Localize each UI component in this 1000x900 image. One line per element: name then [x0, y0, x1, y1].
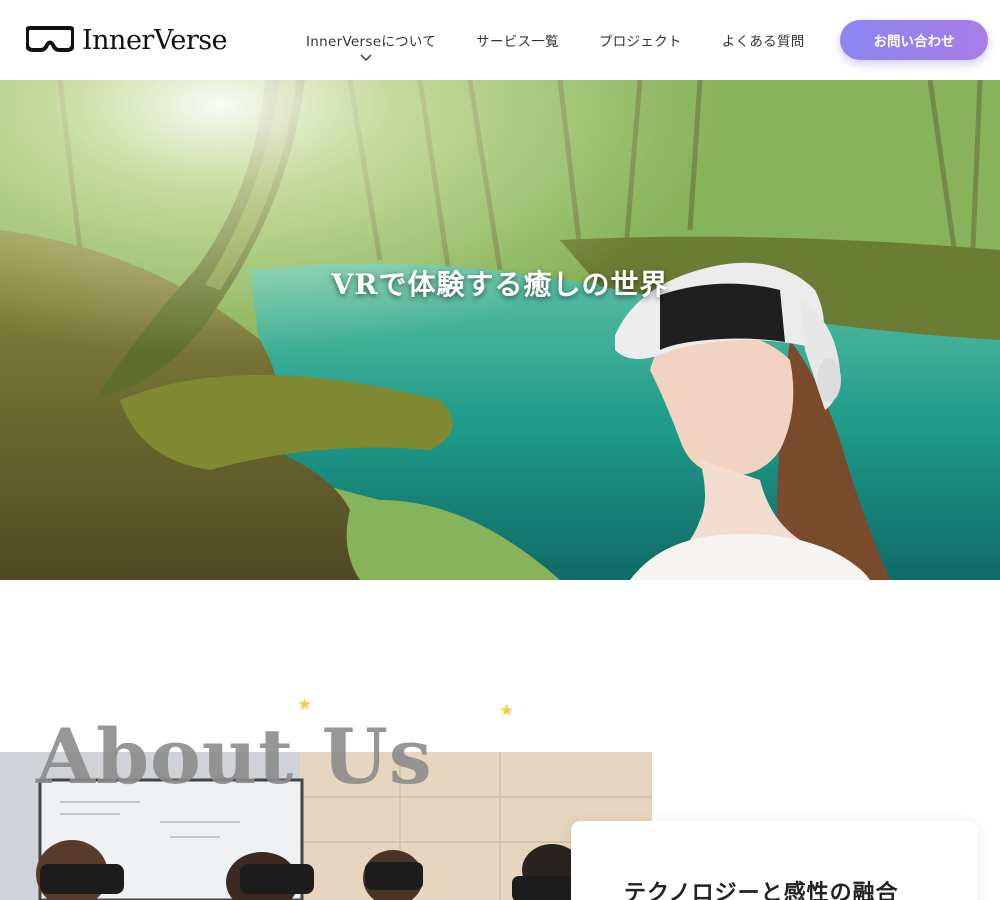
vr-goggles-icon	[25, 24, 75, 56]
nav-label: InnerVerseについて	[306, 34, 437, 50]
about-heading: About Us	[36, 712, 433, 801]
main-nav: InnerVerseについて サービス一覧 プロジェクト よくある質問	[306, 30, 845, 61]
hero-title: VRで体験する癒しの世界	[331, 268, 669, 301]
site-header: InnerVerse InnerVerseについて サービス一覧 プロジェクト …	[0, 0, 1000, 80]
hero-section: VRで体験する癒しの世界	[0, 80, 1000, 580]
star-icon: ★	[499, 701, 515, 721]
star-icon: ★	[297, 695, 313, 715]
nav-item-services[interactable]: サービス一覧	[476, 30, 559, 50]
logo-text: InnerVerse	[82, 24, 228, 56]
about-card: テクノロジーと感性の融合	[571, 821, 978, 900]
logo-link[interactable]: InnerVerse	[25, 24, 228, 56]
hero-image	[0, 80, 1000, 580]
nav-label: よくある質問	[721, 34, 805, 50]
nav-label: サービス一覧	[476, 34, 559, 50]
nav-label: プロジェクト	[598, 34, 682, 50]
nav-item-faq[interactable]: よくある質問	[722, 30, 805, 50]
nav-item-projects[interactable]: プロジェクト	[599, 30, 682, 50]
nav-item-about[interactable]: InnerVerseについて	[306, 30, 437, 61]
about-card-title: テクノロジーと感性の融合	[624, 880, 899, 900]
contact-button[interactable]: お問い合わせ	[840, 20, 988, 60]
chevron-down-icon[interactable]	[360, 50, 372, 66]
